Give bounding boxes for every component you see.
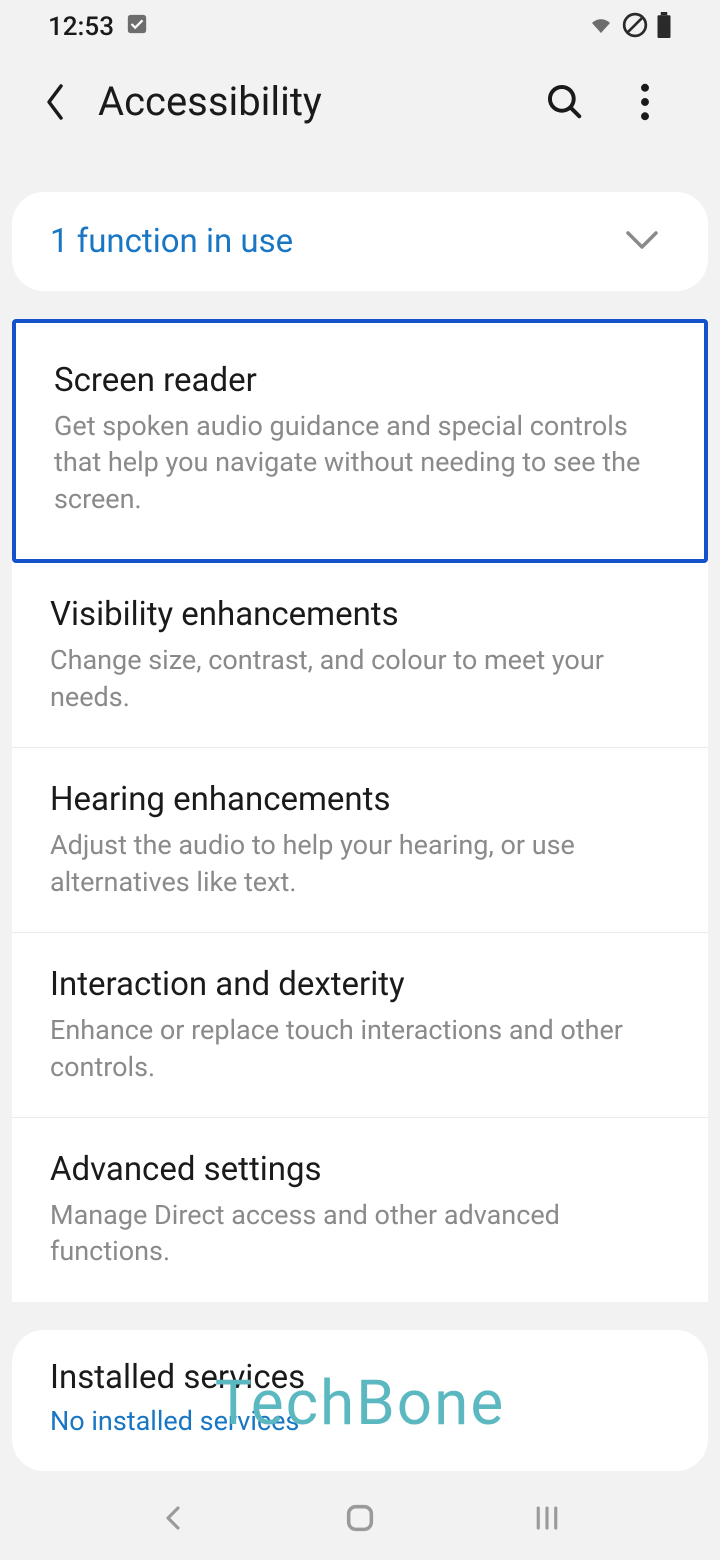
search-icon — [546, 83, 584, 121]
more-options-button[interactable] — [620, 77, 670, 127]
setting-item-screen-reader[interactable]: Screen reader Get spoken audio guidance … — [12, 319, 708, 563]
nav-recents-button[interactable] — [517, 1488, 577, 1548]
setting-item-interaction[interactable]: Interaction and dexterity Enhance or rep… — [12, 933, 708, 1118]
status-time: 12:53 — [48, 12, 114, 42]
installed-services-subtitle: No installed services — [50, 1405, 670, 1437]
setting-title: Screen reader — [54, 361, 666, 400]
installed-services-title: Installed services — [50, 1358, 670, 1397]
chevron-left-icon — [158, 1503, 188, 1533]
page-title: Accessibility — [98, 78, 510, 125]
app-bar: Accessibility — [0, 54, 720, 149]
nav-bar — [0, 1475, 720, 1560]
content: 1 function in use Screen reader Get spok… — [0, 149, 720, 1471]
search-button[interactable] — [540, 77, 590, 127]
setting-description: Change size, contrast, and colour to mee… — [50, 642, 670, 715]
status-right — [588, 12, 672, 42]
home-icon — [343, 1501, 377, 1535]
setting-description: Manage Direct access and other advanced … — [50, 1197, 670, 1270]
setting-item-visibility[interactable]: Visibility enhancements Change size, con… — [12, 563, 708, 748]
setting-description: Adjust the audio to help your hearing, o… — [50, 827, 670, 900]
wifi-icon — [588, 15, 614, 39]
status-left: 12:53 — [48, 12, 148, 42]
chevron-down-icon — [624, 229, 660, 255]
back-button[interactable] — [42, 82, 68, 122]
setting-description: Enhance or replace touch interactions an… — [50, 1012, 670, 1085]
nav-back-button[interactable] — [143, 1488, 203, 1548]
function-in-use-card[interactable]: 1 function in use — [12, 192, 708, 291]
setting-title: Hearing enhancements — [50, 780, 670, 819]
setting-item-advanced[interactable]: Advanced settings Manage Direct access a… — [12, 1118, 708, 1302]
checkbox-notification-icon — [126, 12, 148, 42]
more-vertical-icon — [640, 83, 650, 121]
settings-list-card: Screen reader Get spoken audio guidance … — [12, 319, 708, 1302]
function-in-use-label: 1 function in use — [50, 222, 293, 261]
no-signal-icon — [622, 12, 648, 42]
setting-title: Interaction and dexterity — [50, 965, 670, 1004]
nav-home-button[interactable] — [330, 1488, 390, 1548]
status-bar: 12:53 — [0, 0, 720, 54]
setting-title: Advanced settings — [50, 1150, 670, 1189]
recents-icon — [532, 1503, 562, 1533]
installed-services-card[interactable]: Installed services No installed services — [12, 1330, 708, 1471]
setting-item-hearing[interactable]: Hearing enhancements Adjust the audio to… — [12, 748, 708, 933]
setting-description: Get spoken audio guidance and special co… — [54, 408, 666, 517]
setting-title: Visibility enhancements — [50, 595, 670, 634]
chevron-left-icon — [42, 82, 68, 122]
battery-icon — [656, 12, 672, 42]
